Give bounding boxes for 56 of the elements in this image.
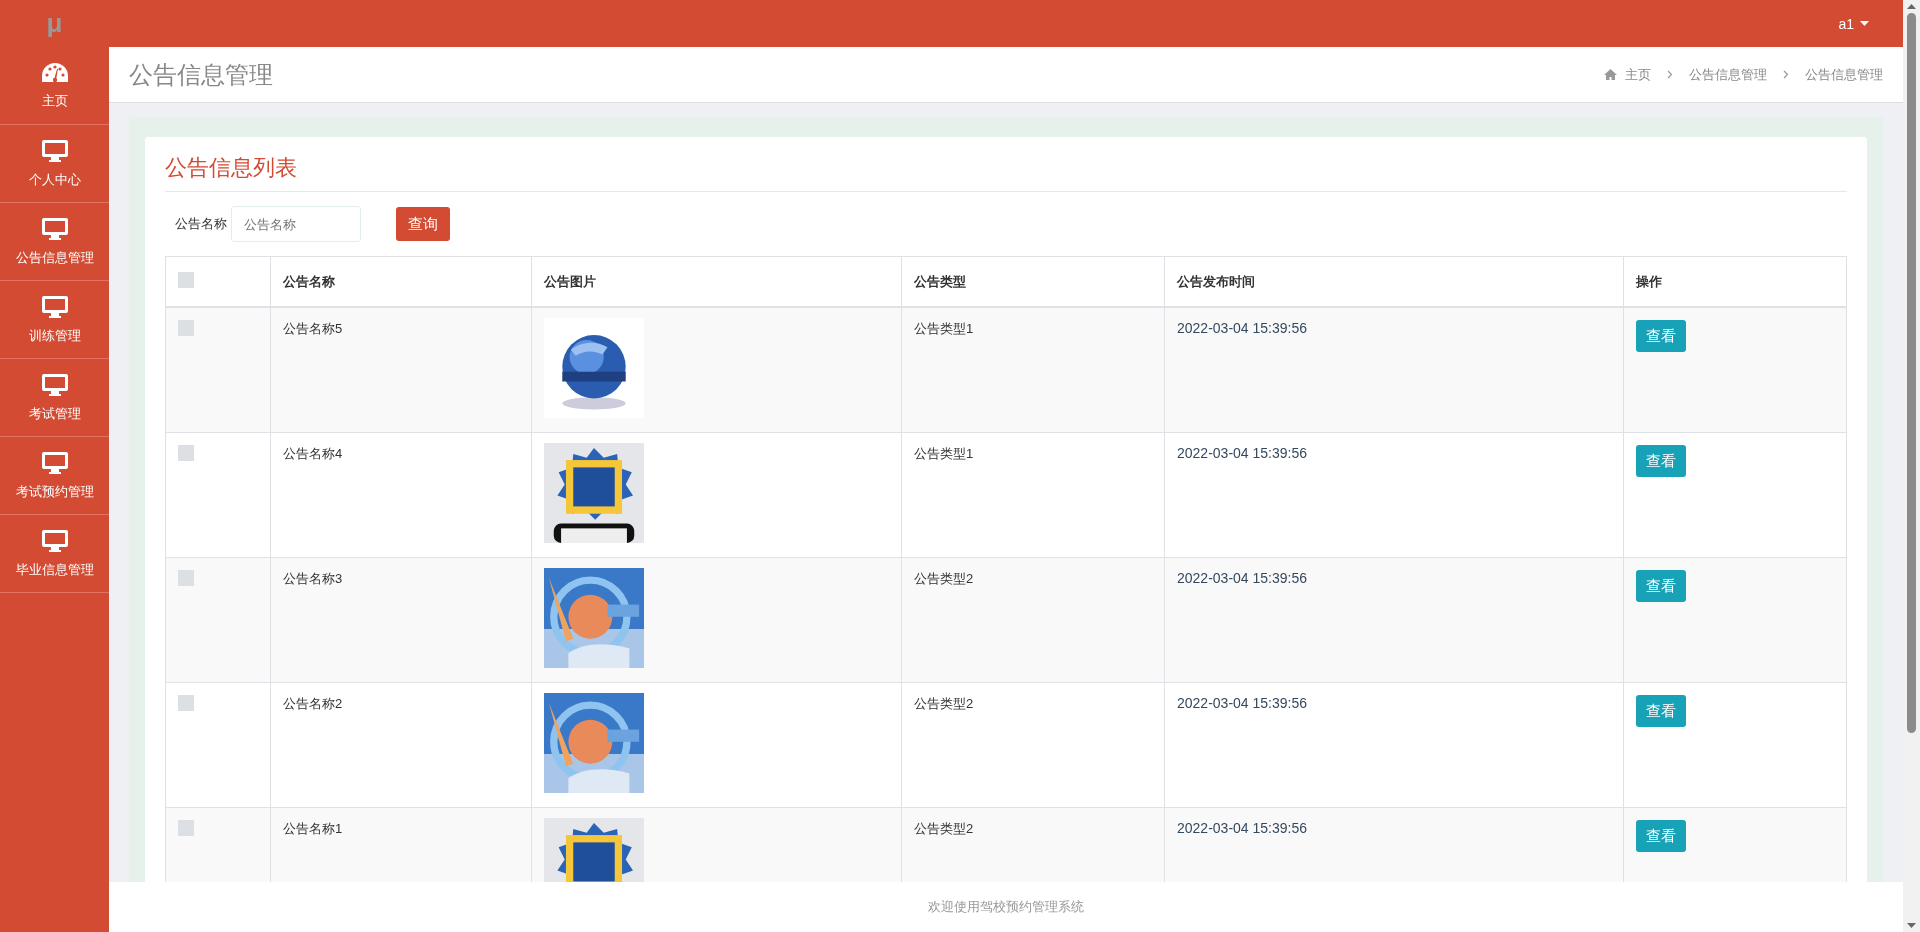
table-cell: 公告名称5 xyxy=(283,321,343,336)
user-menu[interactable]: a1 xyxy=(1832,14,1875,33)
column-header: 操作 xyxy=(1636,273,1662,289)
checkbox[interactable] xyxy=(178,695,194,711)
chevron-icon xyxy=(1667,70,1673,79)
table-cell: 2022-03-04 15:39:56 xyxy=(1177,820,1307,836)
checkbox[interactable] xyxy=(178,320,194,336)
footer-text: 欢迎使用驾校预约管理系统 xyxy=(928,898,1084,916)
view-button[interactable]: 查看 xyxy=(1636,820,1686,852)
table-cell: 2022-03-04 15:39:56 xyxy=(1177,320,1307,336)
breadcrumb-link[interactable]: 主页 xyxy=(1625,65,1651,84)
table-cell: 公告类型1 xyxy=(914,446,974,461)
view-button[interactable]: 查看 xyxy=(1636,695,1686,727)
scroll-up-icon[interactable] xyxy=(1907,4,1916,9)
checkbox[interactable] xyxy=(178,445,194,461)
monitor-icon xyxy=(40,450,69,475)
view-button[interactable]: 查看 xyxy=(1636,445,1686,477)
table-cell: 公告名称2 xyxy=(283,696,343,711)
breadcrumb-link[interactable]: 公告信息管理 xyxy=(1805,65,1883,84)
monitor-icon xyxy=(40,372,69,397)
table-cell: 2022-03-04 15:39:56 xyxy=(1177,445,1307,461)
column-header: 公告类型 xyxy=(914,273,966,289)
monitor-icon xyxy=(40,216,69,241)
caret-icon xyxy=(1860,21,1869,26)
scrollbar[interactable] xyxy=(1903,0,1920,932)
logo: μ xyxy=(45,8,64,39)
search-button[interactable]: 查询 xyxy=(396,207,450,241)
table-cell: 公告名称4 xyxy=(283,446,343,461)
column-header: 公告名称 xyxy=(283,273,335,289)
checkbox[interactable] xyxy=(178,272,194,288)
monitor-icon xyxy=(40,138,69,163)
table-cell: 公告类型2 xyxy=(914,821,974,836)
table-cell: 公告类型1 xyxy=(914,321,974,336)
column-header: 公告图片 xyxy=(544,273,596,289)
breadcrumb-link[interactable]: 公告信息管理 xyxy=(1689,65,1767,84)
search-label: 公告名称 xyxy=(175,215,227,233)
home-icon xyxy=(1604,69,1617,80)
search-field[interactable]: 公告名称 xyxy=(231,206,361,242)
dashboard-icon xyxy=(40,61,69,84)
column-header: 公告发布时间 xyxy=(1177,273,1255,289)
card-title: 公告信息列表 xyxy=(165,149,1847,192)
table-cell: 公告类型2 xyxy=(914,571,974,586)
monitor-icon xyxy=(40,528,69,553)
checkbox[interactable] xyxy=(178,570,194,586)
chevron-icon xyxy=(1783,70,1789,79)
checkbox[interactable] xyxy=(178,820,194,836)
table-cell: 2022-03-04 15:39:56 xyxy=(1177,570,1307,586)
view-button[interactable]: 查看 xyxy=(1636,320,1686,352)
scroll-down-icon[interactable] xyxy=(1907,923,1916,928)
view-button[interactable]: 查看 xyxy=(1636,570,1686,602)
table-cell: 公告名称3 xyxy=(283,571,343,586)
table-cell: 公告类型2 xyxy=(914,696,974,711)
table-cell: 公告名称1 xyxy=(283,821,343,836)
table-cell: 2022-03-04 15:39:56 xyxy=(1177,695,1307,711)
page-title: 公告信息管理 xyxy=(129,59,273,90)
monitor-icon xyxy=(40,294,69,319)
